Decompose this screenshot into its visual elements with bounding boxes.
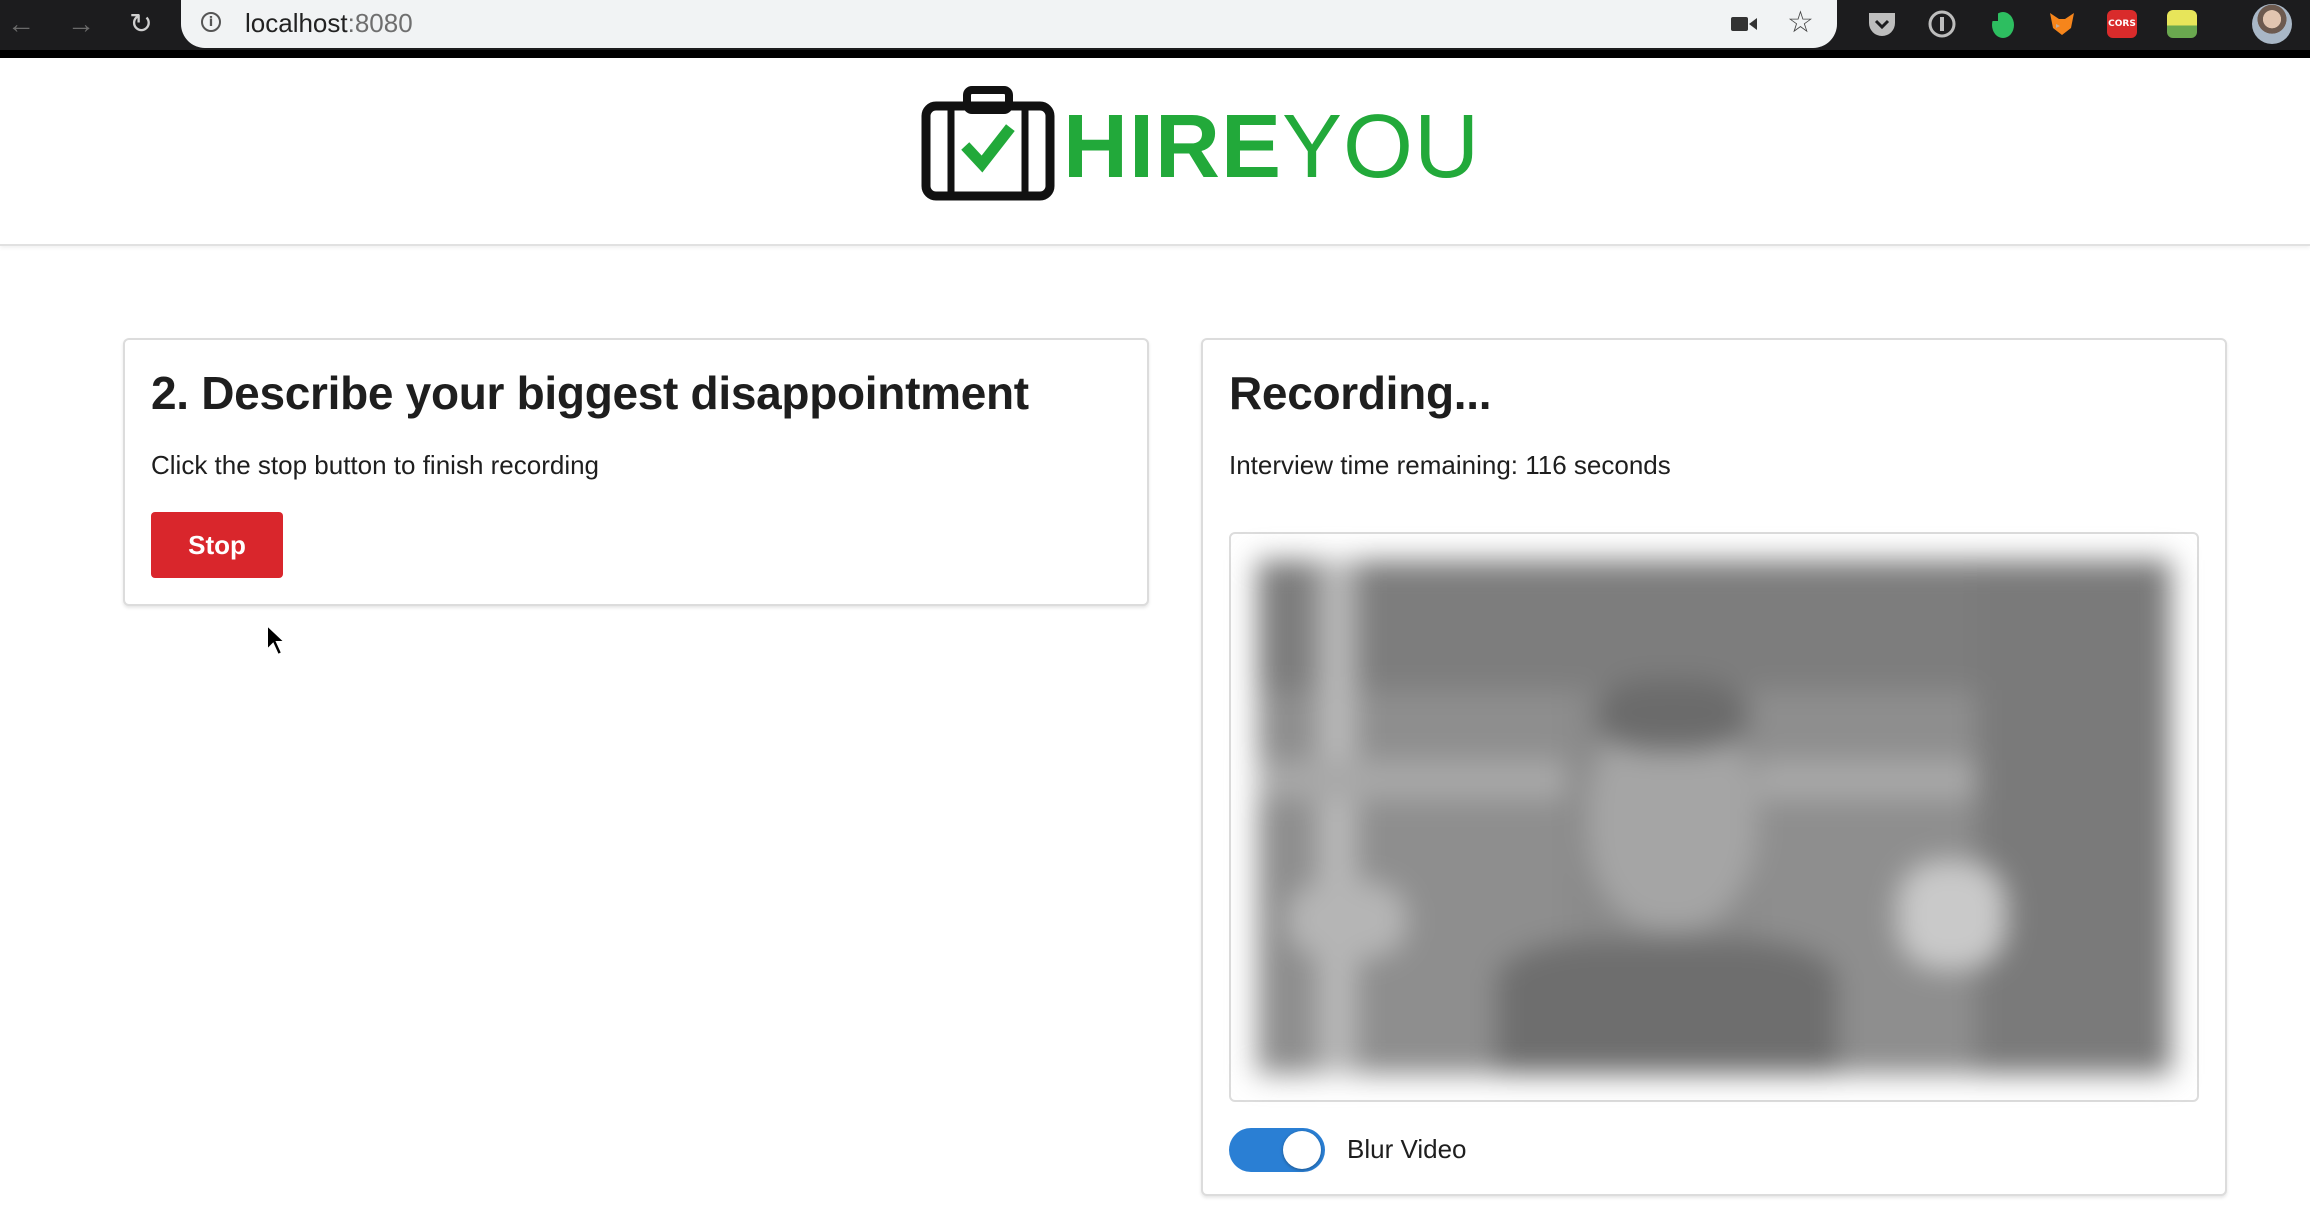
video-preview-frame [1229, 532, 2199, 1102]
url-host: localhost [245, 8, 348, 38]
cors-icon-label: CORS [2107, 10, 2137, 38]
pocket-icon[interactable] [1866, 8, 1898, 40]
recording-card: Recording... Interview time remaining: 1… [1201, 338, 2227, 1196]
info-icon[interactable]: i [201, 12, 221, 32]
toolbar-divider [0, 50, 2310, 58]
browser-toolbar: ← → ↻ i localhost:8080 ☆ CORS [0, 0, 2310, 50]
extension-icon[interactable] [2166, 8, 2198, 40]
back-arrow-icon[interactable]: ← [6, 9, 36, 39]
question-title: 2. Describe your biggest disappointment [151, 367, 1029, 419]
logo-you: YOU [1282, 97, 1481, 197]
question-card: 2. Describe your biggest disappointment … [123, 338, 1149, 606]
briefcase-check-icon [921, 86, 1055, 201]
logo-hire: HIRE [1063, 97, 1283, 197]
reload-icon[interactable]: ↻ [126, 9, 156, 39]
toggle-knob [1283, 1131, 1321, 1169]
cors-icon[interactable]: CORS [2106, 8, 2138, 40]
url-port: :8080 [347, 8, 413, 38]
metamask-icon[interactable] [2046, 8, 2078, 40]
recording-title: Recording... [1229, 367, 1492, 419]
url-text[interactable]: localhost:8080 [245, 8, 413, 39]
star-icon[interactable]: ☆ [1787, 8, 1814, 38]
app-header: HIREYOU [0, 58, 2310, 246]
mouse-cursor-icon [266, 623, 287, 657]
blurred-video-preview [1257, 560, 2171, 1074]
time-remaining: Interview time remaining: 116 seconds [1229, 450, 1671, 480]
evernote-icon[interactable] [1986, 8, 2018, 40]
profile-avatar[interactable] [2252, 4, 2292, 44]
blur-video-toggle[interactable] [1229, 1128, 1325, 1172]
question-instruction: Click the stop button to finish recordin… [151, 450, 600, 480]
onepassword-icon[interactable] [1926, 8, 1958, 40]
address-bar[interactable]: i localhost:8080 ☆ [181, 0, 1837, 48]
video-camera-icon[interactable] [1731, 14, 1757, 34]
logo-wordmark: HIREYOU [1063, 102, 1480, 192]
stop-button[interactable]: Stop [151, 512, 283, 578]
forward-arrow-icon[interactable]: → [66, 9, 96, 39]
blur-video-label: Blur Video [1347, 1134, 1467, 1164]
